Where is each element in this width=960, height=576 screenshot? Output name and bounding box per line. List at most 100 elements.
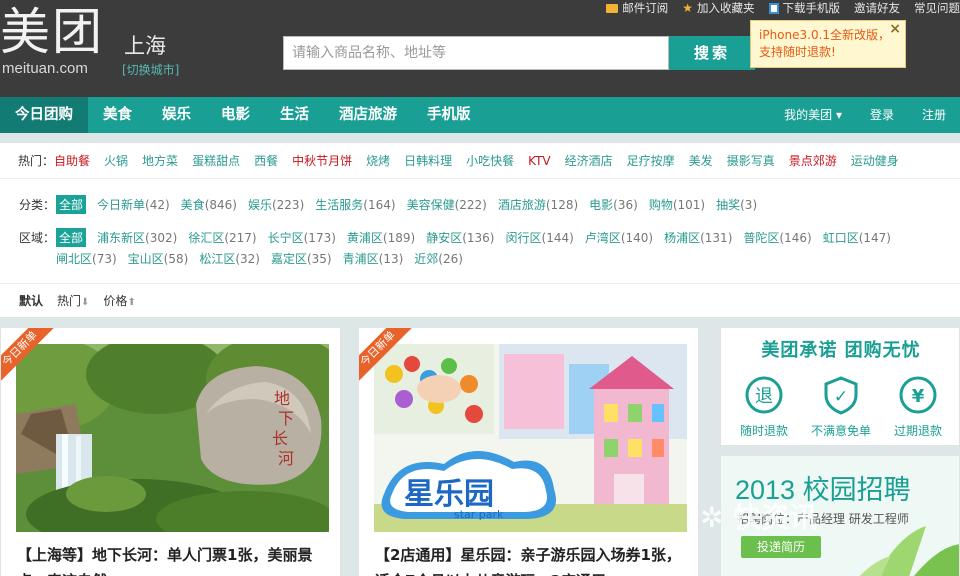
download-mobile-link[interactable]: 下载手机版 <box>768 0 840 16</box>
top-links: 邮件订阅 ★ 加入收藏夹 下载手机版 邀请好友 常见问题 <box>592 0 960 16</box>
logo[interactable]: 美团 <box>0 2 104 62</box>
svg-text:河: 河 <box>278 449 294 468</box>
hot-keyword[interactable]: 景点郊游 <box>789 152 837 169</box>
main-nav: 今日团购 美食 娱乐 电影 生活 酒店旅游 手机版 我的美团 ▾ 登录 注册 <box>0 97 960 133</box>
category-item[interactable]: 美食(846) <box>181 196 237 213</box>
hot-keyword[interactable]: 自助餐 <box>54 152 90 169</box>
category-item[interactable]: 电影(36) <box>589 196 638 213</box>
deal-title[interactable]: 【上海等】地下长河：单人门票1张，美丽景点，奇迹自然 <box>17 542 329 576</box>
region-item[interactable]: 卢湾区(140) <box>585 229 653 246</box>
hot-keyword[interactable]: 运动健身 <box>851 152 899 169</box>
faq-link[interactable]: 常见问题 <box>914 0 960 16</box>
hot-keyword[interactable]: 美发 <box>689 152 713 169</box>
hot-keyword[interactable]: 足疗按摩 <box>627 152 675 169</box>
svg-text:地: 地 <box>274 389 290 408</box>
meituan-promise-panel: 美团承诺 团购无忧 退 随时退款 ✓ 不满意免单 ¥ 过期退款 <box>720 327 960 446</box>
header: 美团 meituan.com 上海 [切换城市] 请输入商品名称、地址等 搜索 … <box>0 0 960 97</box>
deal-sign-en: star park <box>454 508 504 521</box>
region-item[interactable]: 青浦区(13) <box>343 250 404 267</box>
deal-card[interactable]: 今日新单 地 下 长 河 【上海等】地下长河：单人门票1张，美丽景点，奇迹自然 <box>0 327 341 576</box>
close-icon[interactable]: × <box>889 21 901 38</box>
sort-default[interactable]: 默认 <box>19 292 43 309</box>
region-item[interactable]: 闵行区(144) <box>506 229 574 246</box>
hot-keyword[interactable]: 西餐 <box>254 152 278 169</box>
svg-text:下: 下 <box>278 409 294 428</box>
playground-illustration: 星乐园 star park <box>374 344 687 532</box>
promise-expired-refund[interactable]: ¥ 过期退款 <box>881 375 955 439</box>
nav-movies[interactable]: 电影 <box>206 97 265 133</box>
my-meituan-dropdown[interactable]: 我的美团 ▾ <box>770 97 856 133</box>
nav-mobile[interactable]: 手机版 <box>412 97 486 133</box>
category-all[interactable]: 全部 <box>56 195 87 214</box>
hot-keyword[interactable]: 蛋糕甜点 <box>192 152 240 169</box>
category-item[interactable]: 酒店旅游(128) <box>498 196 578 213</box>
hot-label: 热门： <box>18 154 55 168</box>
phone-icon <box>768 2 779 14</box>
add-favorite-link[interactable]: ★ 加入收藏夹 <box>682 0 754 16</box>
category-item[interactable]: 娱乐(223) <box>248 196 304 213</box>
deal-image[interactable]: 地 下 长 河 <box>16 344 329 532</box>
deal-image[interactable]: 星乐园 star park <box>374 344 687 532</box>
email-subscribe-link[interactable]: 邮件订阅 <box>606 0 668 16</box>
watermark: ✲ 快资讯 <box>700 501 818 534</box>
hot-keyword[interactable]: 烧烤 <box>366 152 390 169</box>
region-item[interactable]: 宝山区(58) <box>128 250 189 267</box>
region-item[interactable]: 松江区(32) <box>199 250 260 267</box>
category-item[interactable]: 抽奖(3) <box>716 196 757 213</box>
hot-keyword[interactable]: 中秋节月饼 <box>292 152 352 169</box>
nav-entertainment[interactable]: 娱乐 <box>147 97 206 133</box>
category-item[interactable]: 今日新单(42) <box>97 196 170 213</box>
deal-card[interactable]: 今日新单 星乐园 star park 【2店通用】星乐园：亲子游乐园入场券1张， <box>358 327 699 576</box>
category-label: 分类： <box>19 198 56 212</box>
register-link[interactable]: 注册 <box>908 97 960 133</box>
region-item[interactable]: 近郊(26) <box>414 250 463 267</box>
invite-friends-link[interactable]: 邀请好友 <box>854 0 900 16</box>
arrow-down-icon: ⬇ <box>81 297 90 308</box>
deal-sign-text: 星乐园 <box>404 477 494 512</box>
region-item[interactable]: 闸北区(73) <box>56 250 117 267</box>
region-item[interactable]: 杨浦区(131) <box>664 229 732 246</box>
hot-keyword[interactable]: 火锅 <box>104 152 128 169</box>
region-all[interactable]: 全部 <box>56 228 87 247</box>
region-item[interactable]: 虹口区(147) <box>823 229 891 246</box>
category-item[interactable]: 生活服务(164) <box>315 196 395 213</box>
svg-text:长: 长 <box>272 429 288 448</box>
logo-domain: meituan.com <box>2 60 88 77</box>
hot-keyword[interactable]: 地方菜 <box>142 152 178 169</box>
login-link[interactable]: 登录 <box>856 97 908 133</box>
nav-food[interactable]: 美食 <box>88 97 147 133</box>
region-item[interactable]: 静安区(136) <box>426 229 494 246</box>
region-item[interactable]: 浦东新区(302) <box>97 229 177 246</box>
star-icon: ★ <box>682 1 693 15</box>
category-item[interactable]: 美容保健(222) <box>407 196 487 213</box>
sort-hot[interactable]: 热门⬇ <box>57 292 89 309</box>
region-item[interactable]: 徐汇区(217) <box>188 229 256 246</box>
region-item[interactable]: 黄浦区(189) <box>347 229 415 246</box>
switch-city-link[interactable]: [切换城市] <box>122 61 179 78</box>
region-item[interactable]: 嘉定区(35) <box>271 250 332 267</box>
hot-keyword[interactable]: 经济酒店 <box>565 152 613 169</box>
nav-hotel-travel[interactable]: 酒店旅游 <box>324 97 412 133</box>
category-filter-row: 分类： 全部 今日新单(42) 美食(846) 娱乐(223) 生活服务(164… <box>0 195 768 214</box>
search-input[interactable]: 请输入商品名称、地址等 <box>283 36 669 70</box>
deal-title[interactable]: 【2店通用】星乐园：亲子游乐园入场券1张，适合7个月以上儿童游玩，2店通用 <box>375 542 687 576</box>
refund-icon: 退 <box>745 376 783 414</box>
submit-resume-button[interactable]: 投递简历 <box>741 536 821 558</box>
region-item[interactable]: 长宁区(173) <box>268 229 336 246</box>
category-item[interactable]: 购物(101) <box>649 196 705 213</box>
nav-today-deals[interactable]: 今日团购 <box>0 97 88 133</box>
sort-price[interactable]: 价格⬆ <box>103 292 135 309</box>
promise-unsatisfied-free[interactable]: ✓ 不满意免单 <box>804 375 878 439</box>
promise-refund-anytime[interactable]: 退 随时退款 <box>727 375 801 439</box>
promise-label: 过期退款 <box>893 424 942 438</box>
hot-keyword[interactable]: 日韩料理 <box>404 152 452 169</box>
shield-check-icon: ✓ <box>824 376 858 415</box>
hot-keyword[interactable]: 摄影写真 <box>727 152 775 169</box>
region-item[interactable]: 普陀区(146) <box>743 229 811 246</box>
hot-keyword[interactable]: 小吃快餐 <box>466 152 514 169</box>
promise-label: 不满意免单 <box>810 424 871 438</box>
iphone-update-tooltip: iPhone3.0.1全新改版， 支持随时退款! × <box>750 20 906 68</box>
nav-life[interactable]: 生活 <box>265 97 324 133</box>
search-button[interactable]: 搜索 <box>669 36 755 70</box>
hot-keyword[interactable]: KTV <box>528 154 550 168</box>
